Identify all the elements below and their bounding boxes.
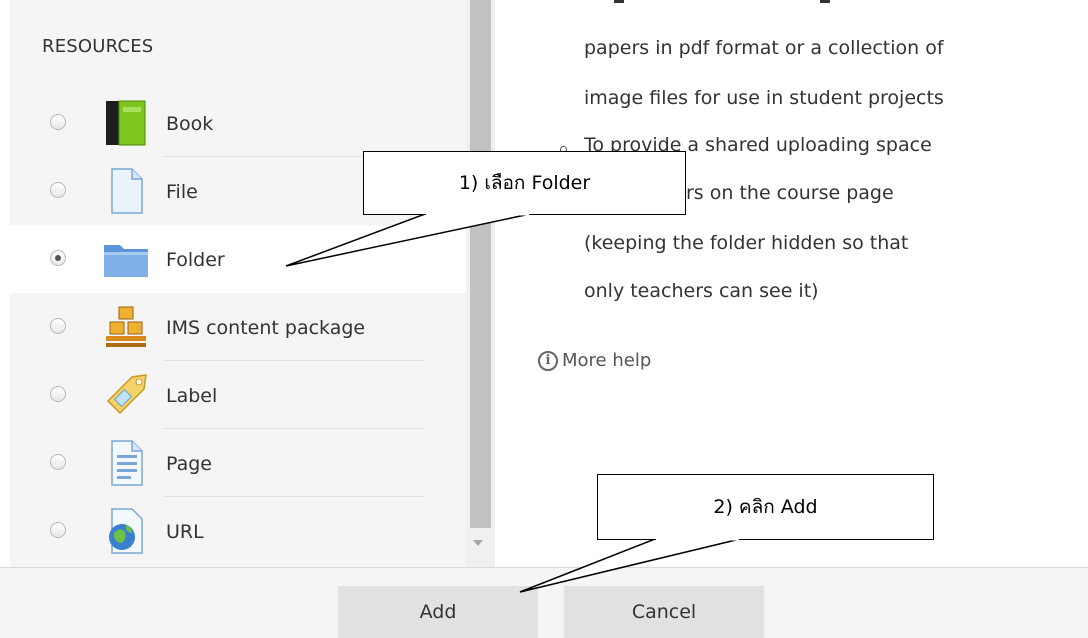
info-icon: i: [538, 350, 558, 371]
option-label-book: Book: [166, 113, 214, 135]
file-icon: [111, 168, 143, 214]
option-book[interactable]: Book: [10, 89, 466, 157]
option-label-url: URL: [166, 521, 204, 543]
radio-url[interactable]: [50, 522, 66, 538]
chooser-scrollbar[interactable]: [466, 0, 495, 567]
option-label-label: Label: [166, 385, 218, 407]
radio-book[interactable]: [50, 114, 66, 130]
url-globe-icon: [109, 508, 143, 554]
annotation-step2-text: 2) คลิก Add: [713, 496, 818, 518]
option-page[interactable]: Page: [10, 429, 466, 497]
radio-file[interactable]: [50, 182, 66, 198]
cancel-button[interactable]: Cancel: [564, 586, 764, 638]
scrollbar-thumb[interactable]: [470, 0, 491, 528]
annotation-step1-text: 1) เลือก Folder: [458, 172, 591, 194]
annotation-callout-step1: 1) เลือก Folder: [363, 151, 686, 215]
book-icon: [106, 100, 146, 146]
label-tag-icon: [106, 374, 147, 415]
annotation-callout-step2: 2) คลิก Add: [597, 474, 934, 540]
add-button[interactable]: Add: [338, 586, 538, 638]
option-label-ims-content-package: IMS content package: [166, 317, 366, 339]
help-line: (keeping the folder hidden so that: [584, 232, 909, 254]
help-line: only teachers can see it): [584, 280, 819, 302]
more-help-link[interactable]: i More help: [538, 350, 651, 371]
help-line-cut: [584, 0, 831, 8]
option-folder[interactable]: Folder: [10, 225, 466, 293]
option-label-file: File: [166, 181, 198, 203]
folder-icon: [104, 245, 148, 277]
help-line: papers in pdf format or a collection of: [584, 37, 944, 59]
more-help-label: More help: [562, 350, 652, 371]
option-url[interactable]: URL: [10, 497, 466, 565]
scroll-down-arrow-icon[interactable]: [473, 540, 483, 546]
help-line: rs on the course page: [686, 182, 894, 204]
radio-ims-content-package[interactable]: [50, 318, 66, 334]
option-label[interactable]: Label: [10, 361, 466, 429]
help-line: image files for use in student projects: [584, 87, 944, 109]
option-ims-content-package[interactable]: IMS content package: [10, 293, 466, 361]
option-label-page: Page: [166, 453, 212, 475]
option-label-folder: Folder: [166, 249, 225, 271]
radio-folder[interactable]: [50, 250, 66, 266]
dialog-footer: Add Cancel: [0, 567, 1088, 638]
page-icon: [111, 440, 143, 486]
ims-package-icon: [106, 306, 146, 347]
radio-label[interactable]: [50, 386, 66, 402]
section-title-resources: RESOURCES: [42, 36, 154, 57]
radio-page[interactable]: [50, 454, 66, 470]
